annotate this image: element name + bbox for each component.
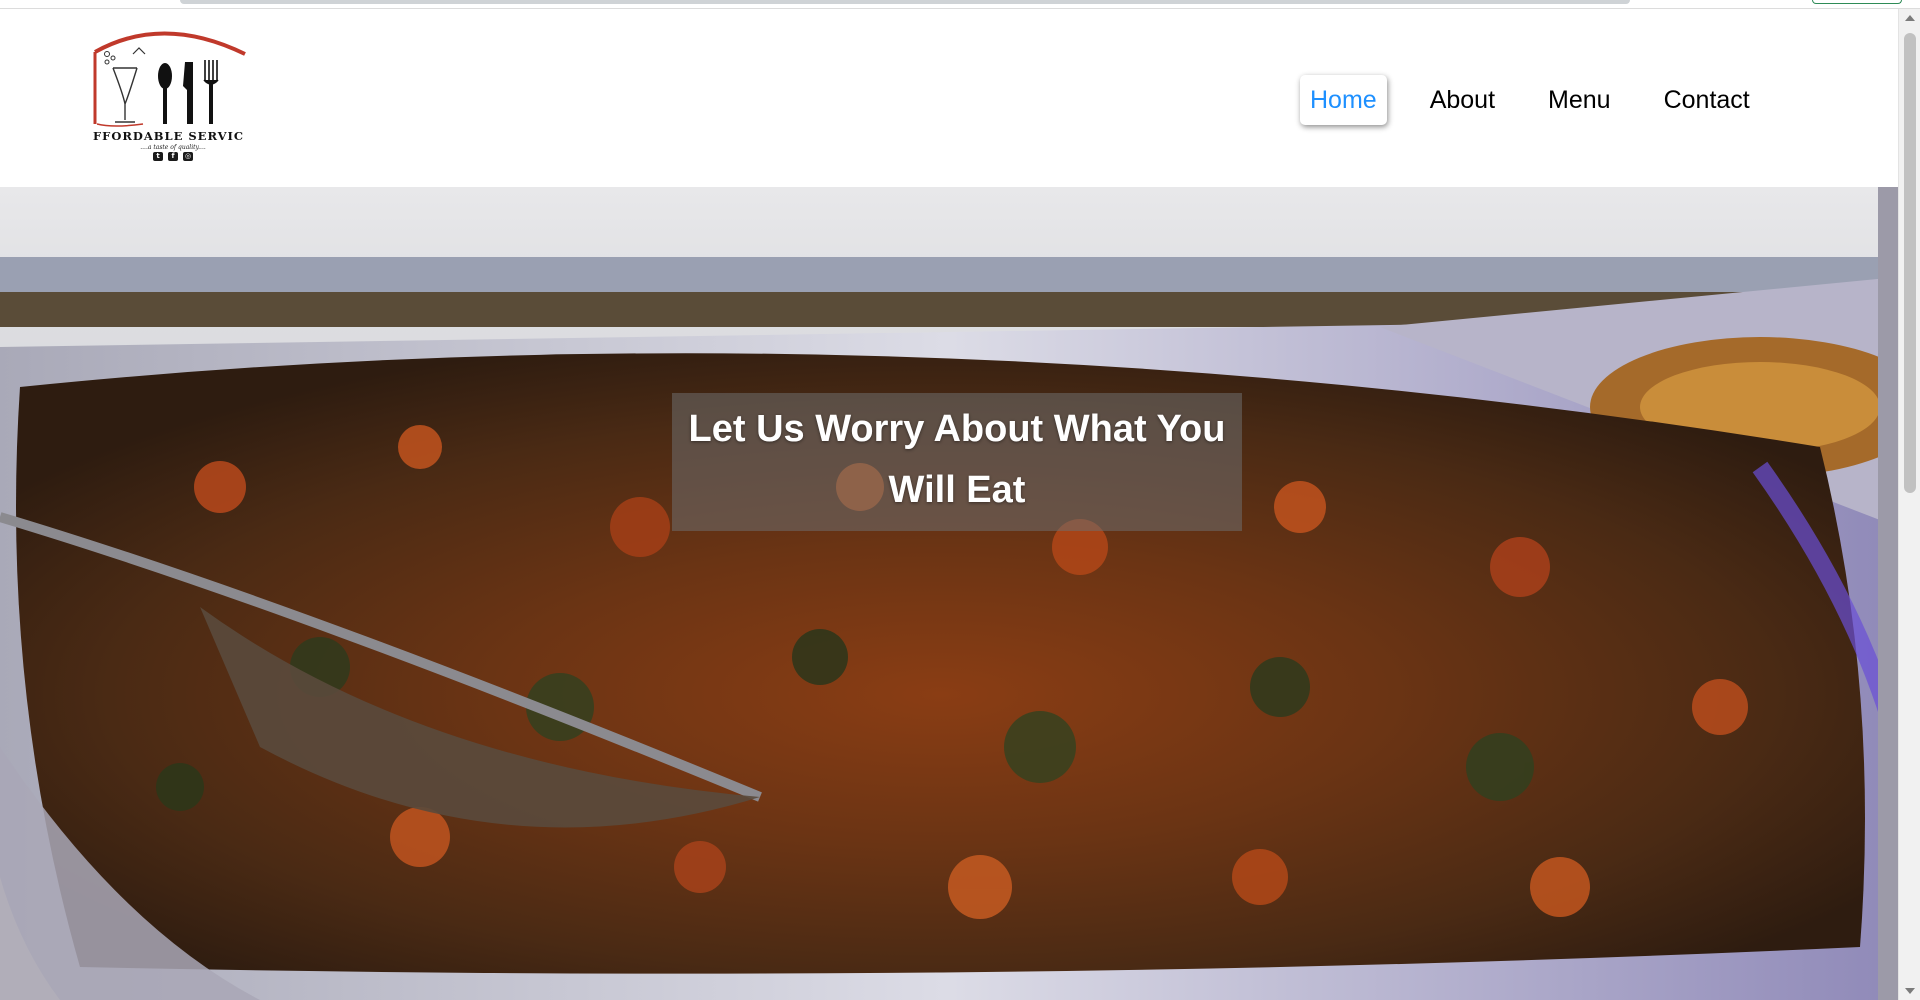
- hero-caption: Let Us Worry About What You Will Eat: [672, 393, 1242, 531]
- logo-tagline: ....a taste of quality....: [140, 144, 206, 151]
- nav-link-contact[interactable]: Contact: [1654, 75, 1760, 125]
- logo-social-icons: t f ◎: [153, 152, 193, 161]
- browser-top-strip: [0, 0, 1920, 9]
- logo-graphic: [93, 31, 246, 127]
- scroll-up-icon[interactable]: [1905, 15, 1915, 21]
- hero-food-image: [0, 187, 1898, 1000]
- instagram-icon[interactable]: ◎: [183, 152, 193, 161]
- browser-button-edge[interactable]: [1812, 0, 1902, 4]
- scroll-down-icon[interactable]: [1905, 988, 1915, 994]
- twitter-icon[interactable]: t: [153, 152, 163, 161]
- site-logo[interactable]: FFORDABLE SERVIC ....a taste of quality.…: [93, 24, 247, 164]
- nav-link-menu[interactable]: Menu: [1538, 75, 1621, 125]
- facebook-icon[interactable]: f: [168, 152, 178, 161]
- page-scrollbar[interactable]: [1898, 9, 1920, 1000]
- nav-link-about[interactable]: About: [1420, 75, 1505, 125]
- main-nav: Home About Menu Contact: [1300, 74, 1793, 126]
- scrollbar-thumb[interactable]: [1904, 33, 1916, 493]
- site-header: FFORDABLE SERVIC ....a taste of quality.…: [0, 9, 1898, 187]
- hero-section: Let Us Worry About What You Will Eat: [0, 187, 1898, 1000]
- logo-name: FFORDABLE SERVIC: [93, 129, 245, 143]
- nav-link-home[interactable]: Home: [1300, 75, 1387, 125]
- browser-address-bar-edge[interactable]: [180, 0, 1630, 4]
